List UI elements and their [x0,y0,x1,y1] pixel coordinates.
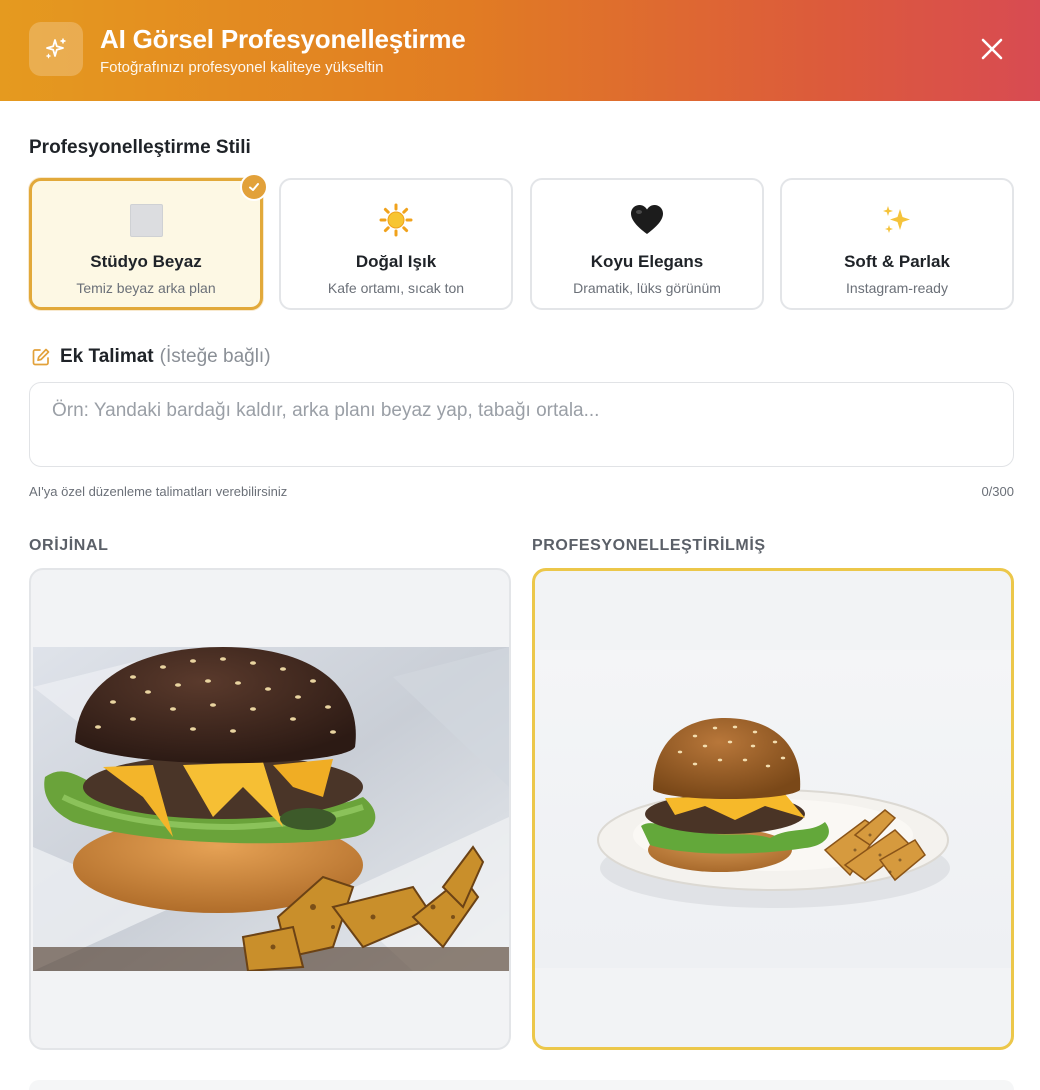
original-burger-photo [33,647,509,971]
instruction-label: Ek Talimat (İsteğe bağlı) [31,346,271,368]
selected-check-icon [240,173,268,201]
style-option-studio-white[interactable]: Stüdyo Beyaz Temiz beyaz arka plan [29,173,268,310]
sun-icon [378,202,414,238]
instruction-optional: (İsteğe bağlı) [159,346,271,367]
modal-header: AI Görsel Profesyonelleştirme Fotoğrafın… [0,0,1040,101]
close-button[interactable] [974,31,1010,67]
character-counter: 0/300 [981,484,1014,499]
instruction-title: Ek Talimat [60,346,154,367]
instruction-input[interactable] [29,382,1014,467]
instruction-hint: AI'ya özel düzenleme talimatları verebil… [29,484,288,499]
edit-icon [32,348,50,366]
black-heart-icon [629,202,665,238]
style-options: Stüdyo Beyaz Temiz beyaz arka plan Doğal… [29,173,1014,310]
sparkles-icon [879,202,915,238]
style-section-label: Profesyonelleştirme Stili [29,137,251,158]
style-option-desc: Instagram-ready [846,280,948,296]
style-option-natural-light[interactable]: Doğal Işık Kafe ortamı, sıcak ton [279,178,513,310]
close-icon [981,38,1003,60]
white-square-icon [128,202,164,238]
style-option-soft-bright[interactable]: Soft & Parlak Instagram-ready [780,178,1014,310]
style-option-desc: Temiz beyaz arka plan [76,280,216,296]
bottom-strip [29,1080,1014,1090]
style-option-desc: Kafe ortamı, sıcak ton [327,280,465,296]
style-option-title: Koyu Elegans [590,252,704,271]
enhanced-image-panel [532,568,1014,1050]
modal-subtitle: Fotoğrafınızı profesyonel kaliteye yükse… [100,59,384,76]
style-option-title: Stüdyo Beyaz [90,252,202,271]
enhanced-label: PROFESYONELLEŞTİRİLMİŞ [532,537,766,554]
style-option-title: Soft & Parlak [844,252,950,271]
style-option-desc: Dramatik, lüks görünüm [573,280,721,296]
style-option-title: Doğal Işık [355,252,437,271]
modal-title: AI Görsel Profesyonelleştirme [100,24,466,54]
style-option-dark-elegance[interactable]: Koyu Elegans Dramatik, lüks görünüm [530,178,764,310]
original-image-panel [29,568,511,1050]
sparkles-icon [29,22,83,76]
original-label: ORİJİNAL [29,537,109,554]
enhanced-burger-photo [535,650,1011,968]
